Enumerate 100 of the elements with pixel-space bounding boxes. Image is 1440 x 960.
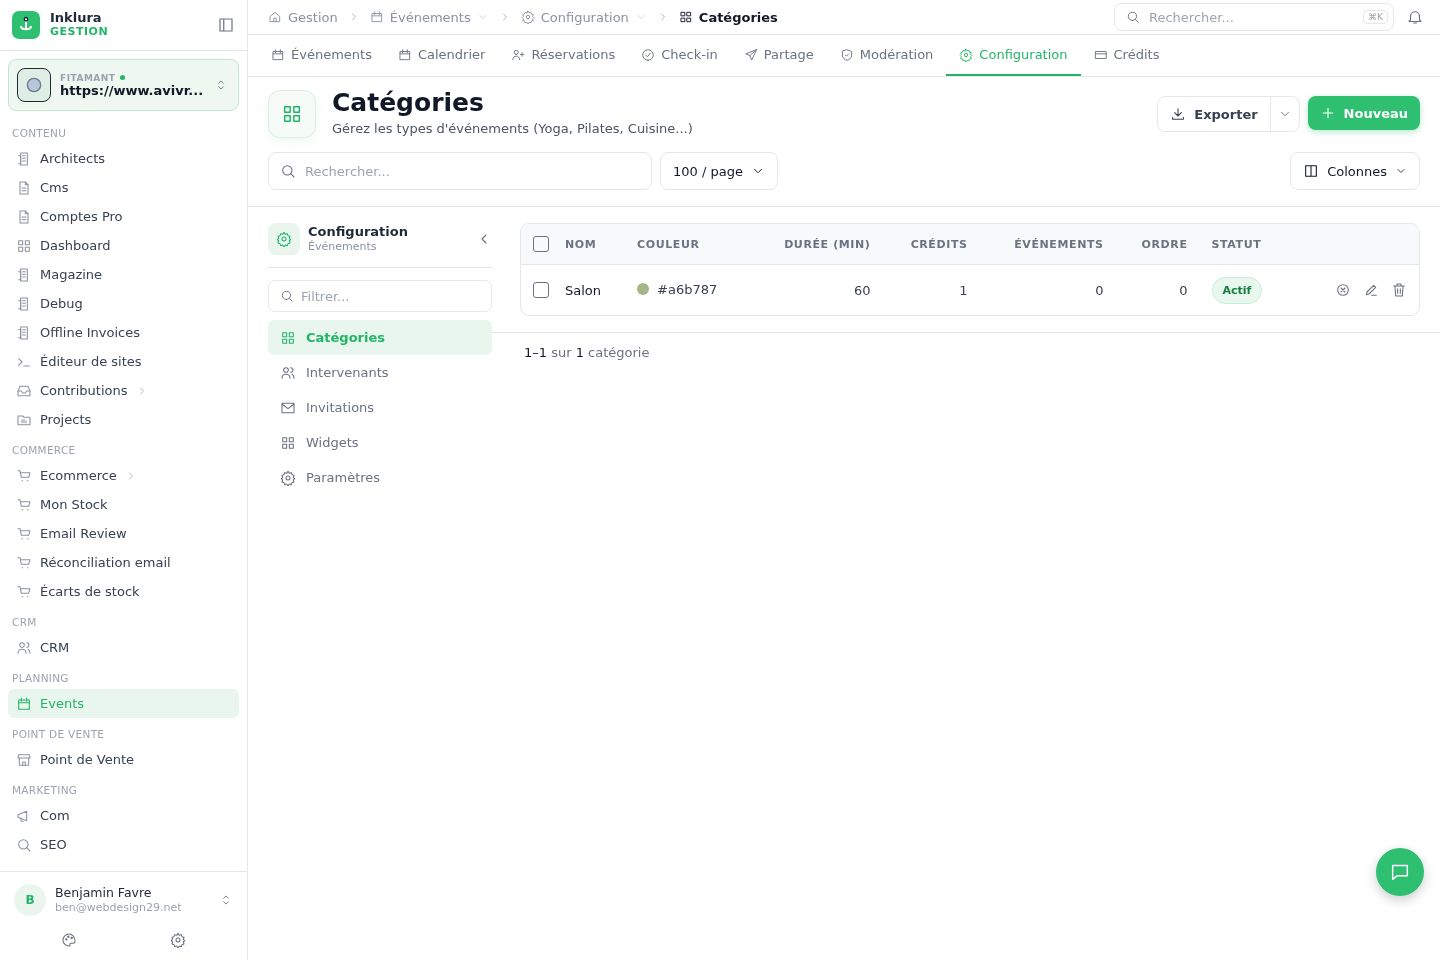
table-cell: 60 <box>853 282 871 298</box>
app-logo-icon <box>12 11 40 39</box>
settings-icon <box>268 223 300 255</box>
sidebar-item[interactable]: Écarts de stock <box>8 577 239 606</box>
deactivate-icon[interactable] <box>1335 282 1351 299</box>
nav-icon <box>16 695 32 712</box>
sidebar-item[interactable]: CRM <box>8 633 239 662</box>
settings-icon[interactable] <box>170 932 187 948</box>
column-header: ORDRE <box>1141 237 1188 251</box>
sidebar-item[interactable]: Email Review <box>8 519 239 548</box>
user-name: Benjamin Favre <box>55 885 153 900</box>
workspace-switcher[interactable]: FITAMANT https://www.avivr... <box>8 59 239 111</box>
status-badge: Actif <box>1211 276 1263 304</box>
config-title: Configuration <box>308 224 409 239</box>
column-header: ÉVÉNEMENTS <box>1014 237 1104 251</box>
sidebar-item[interactable]: Cms <box>8 173 239 202</box>
nav-icon <box>280 469 296 486</box>
nav-icon <box>16 751 32 768</box>
workspace-url: https://www.avivr... <box>60 82 205 98</box>
sidebar-item[interactable]: Projects <box>8 405 239 434</box>
sidebar-item[interactable]: Debug <box>8 289 239 318</box>
config-nav-item[interactable]: Paramètres <box>268 460 492 495</box>
nav-tab[interactable]: Check-in <box>628 35 731 76</box>
column-header: DURÉE (MIN) <box>784 237 871 251</box>
tab-icon <box>397 47 412 62</box>
tab-icon <box>959 47 974 62</box>
pagination-summary: 1–1 sur 1 catégorie <box>524 345 650 360</box>
column-header: NOM <box>565 237 597 251</box>
search-field[interactable]: Rechercher... <box>268 152 652 190</box>
select-all-checkbox[interactable] <box>533 236 549 252</box>
sidebar-item[interactable]: Dashboard <box>8 231 239 260</box>
user-avatar: B <box>14 884 46 916</box>
nav-icon <box>16 525 32 542</box>
row-checkbox[interactable] <box>533 282 549 299</box>
page-size-select[interactable]: 100 / page <box>660 152 778 190</box>
sidebar-item[interactable]: Mon Stock <box>8 490 239 519</box>
sidebar-item[interactable]: Architects <box>8 144 239 173</box>
nav-tab[interactable]: Partage <box>730 35 827 76</box>
nav-tab[interactable]: Crédits <box>1080 35 1173 76</box>
nav-icon <box>16 554 32 571</box>
config-subtitle: Événements <box>308 239 377 254</box>
sidebar-item[interactable]: SEO <box>8 830 239 859</box>
column-header: COULEUR <box>637 237 700 251</box>
table-cell: Salon <box>565 282 602 298</box>
nav-icon <box>280 364 296 381</box>
table-cell: 0 <box>1095 282 1104 298</box>
tab-icon <box>271 47 285 62</box>
sidebar-item[interactable]: Comptes Pro <box>8 202 239 231</box>
nav-tab[interactable]: Événements <box>258 35 385 76</box>
nav-tab[interactable]: Calendrier <box>384 35 499 76</box>
section-heading: POINT DE VENTE <box>11 727 106 742</box>
sidebar-item[interactable]: Ecommerce <box>8 461 239 490</box>
nav-icon <box>16 467 32 484</box>
crumb-icon <box>520 10 535 24</box>
nav-icon <box>16 208 32 225</box>
table-cell: 0 <box>1179 282 1188 298</box>
shortcut-hint: ⌘K <box>1363 10 1388 24</box>
palette-icon[interactable] <box>60 932 77 948</box>
column-header: STATUT <box>1211 237 1262 251</box>
sidebar-item[interactable]: Réconciliation email <box>8 548 239 577</box>
edit-icon[interactable] <box>1363 282 1379 299</box>
filter-field[interactable]: Filtrer... <box>268 280 492 312</box>
tab-icon <box>641 47 656 62</box>
nav-icon <box>16 639 32 656</box>
workspace-label: FITAMANT <box>60 72 116 83</box>
sidebar-item[interactable]: Com <box>8 801 239 830</box>
nav-tab[interactable]: Réservations <box>498 35 629 76</box>
sidebar-toggle-icon[interactable] <box>217 16 235 34</box>
section-heading: COMMERCE <box>11 443 77 458</box>
config-nav-item[interactable]: Invitations <box>268 390 492 425</box>
section-heading: CONTENU <box>11 126 68 141</box>
nav-tab[interactable]: Modération <box>826 35 947 76</box>
crumb-icon <box>678 10 693 24</box>
grid-icon <box>268 90 316 138</box>
sidebar-item[interactable]: Offline Invoices <box>8 318 239 347</box>
table-cell: 1 <box>959 282 968 298</box>
crumb-icon <box>369 10 384 24</box>
chat-button[interactable] <box>1376 848 1424 896</box>
nav-icon <box>16 836 32 853</box>
notification-bell-icon[interactable] <box>1406 8 1424 26</box>
crumb-icon <box>268 10 282 24</box>
config-nav-item[interactable]: Widgets <box>268 425 492 460</box>
nav-icon <box>16 583 32 600</box>
tab-icon <box>839 47 854 62</box>
sidebar-item[interactable]: Contributions <box>8 376 239 405</box>
tab-icon <box>743 47 758 62</box>
breadcrumb-link[interactable]: Catégories <box>678 9 778 25</box>
columns-button[interactable]: Colonnes <box>1290 152 1420 190</box>
section-heading: MARKETING <box>11 783 79 798</box>
delete-icon[interactable] <box>1391 282 1407 299</box>
sidebar-item[interactable]: Point de Vente <box>8 745 239 774</box>
tab-icon <box>511 47 526 62</box>
brand-name: Inklura <box>50 11 103 25</box>
globe-icon <box>17 68 51 102</box>
sidebar-item[interactable]: Éditeur de sites <box>8 347 239 376</box>
page-subtitle: Gérez les types d'événements (Yoga, Pilates, Cuisine...) <box>332 121 694 136</box>
nav-icon <box>280 329 296 346</box>
config-nav-item[interactable]: Intervenants <box>268 355 492 390</box>
sidebar-item[interactable]: Magazine <box>8 260 239 289</box>
export-button[interactable]: Exporter <box>1158 97 1271 131</box>
